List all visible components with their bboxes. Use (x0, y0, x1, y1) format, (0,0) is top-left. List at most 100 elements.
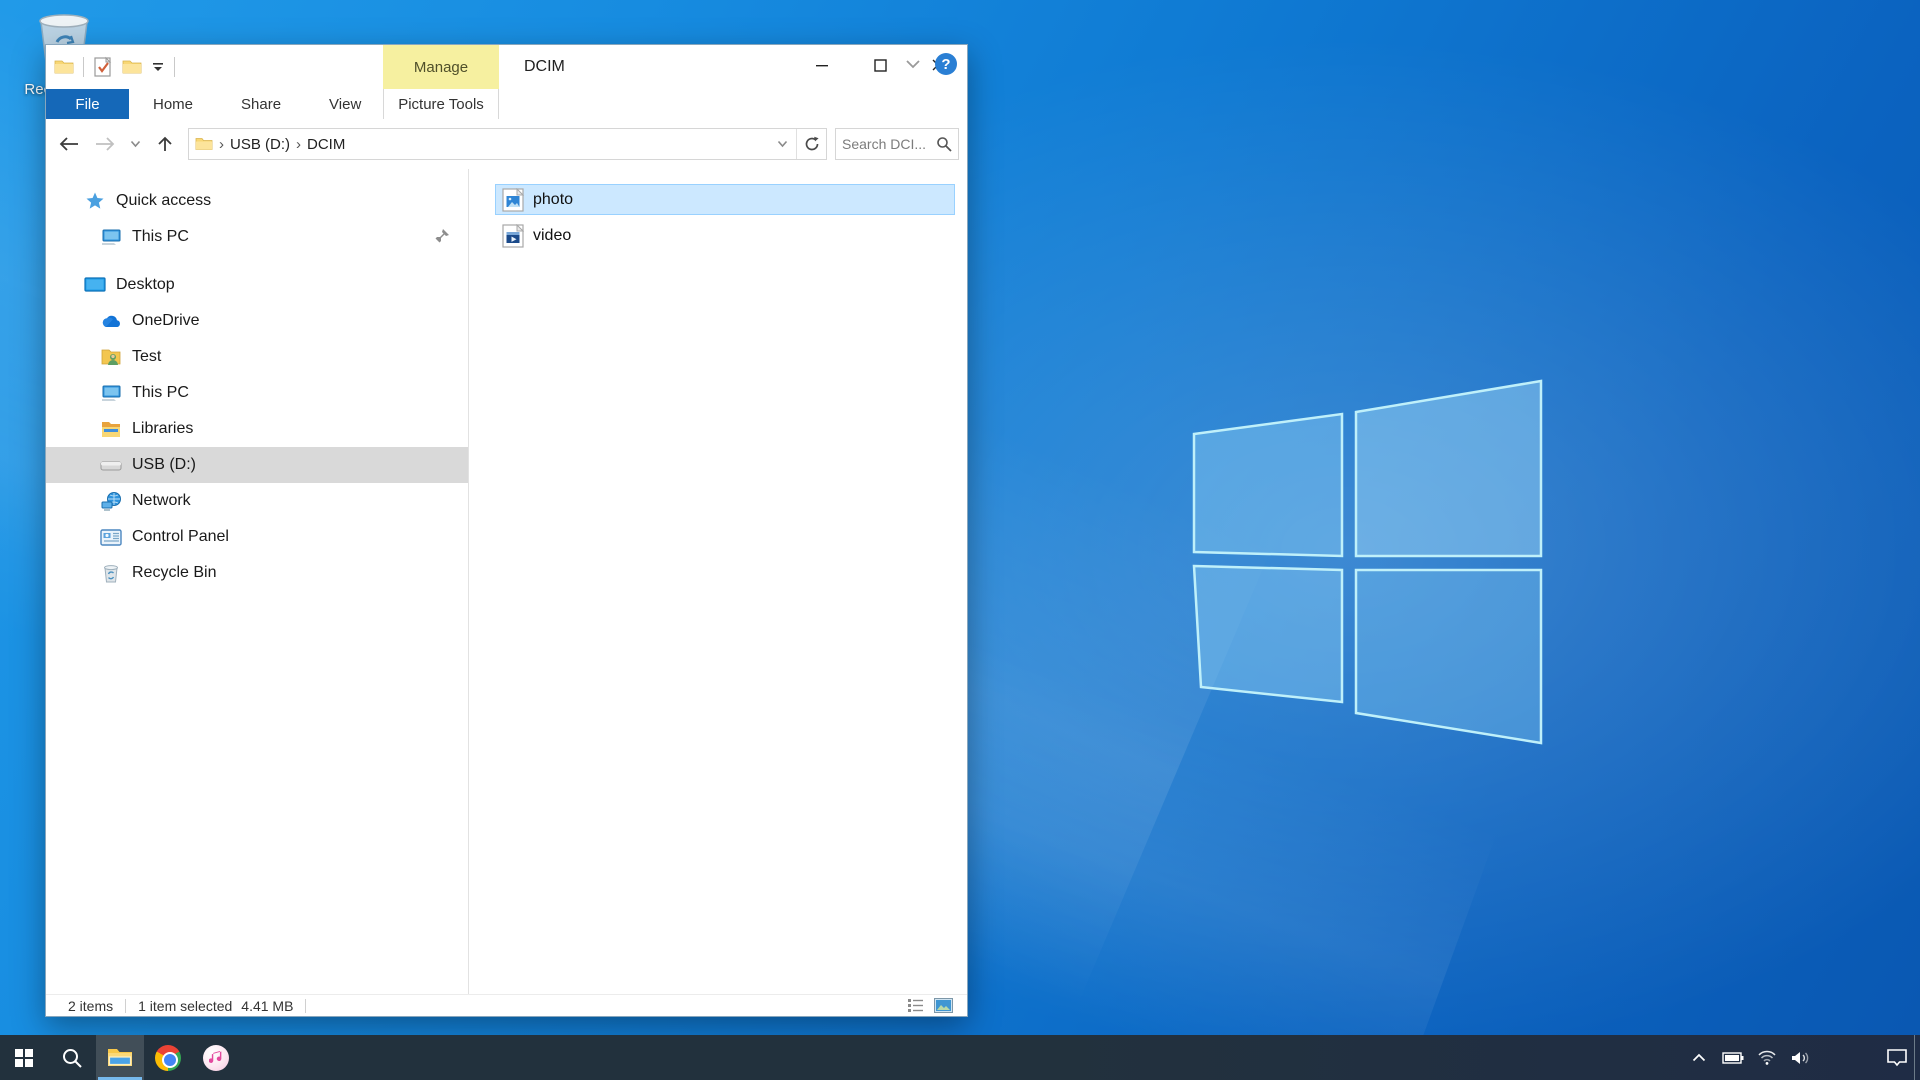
sidebar-item-network[interactable]: Network (46, 483, 468, 519)
usb-drive-icon (100, 454, 122, 476)
sidebar-item-usb-drive[interactable]: USB (D:) (46, 447, 468, 483)
chevron-up-icon (1692, 1053, 1706, 1062)
file-explorer-window: Manage DCIM File Home Share View Picture… (45, 44, 968, 1017)
tab-picture-tools[interactable]: Picture Tools (383, 89, 499, 119)
sidebar-item-label: Control Panel (132, 528, 229, 546)
image-file-icon (502, 188, 524, 212)
chrome-icon (155, 1045, 181, 1071)
collapse-ribbon-chevron-icon[interactable] (905, 59, 921, 69)
wifi-indicator[interactable] (1750, 1035, 1784, 1080)
taskbar-chrome-button[interactable] (144, 1035, 192, 1080)
ribbon-tabs: File Home Share View Picture Tools ? (46, 89, 967, 119)
sidebar-item-label: Network (132, 492, 191, 510)
maximize-button[interactable] (851, 45, 909, 85)
up-button[interactable] (152, 131, 178, 157)
contextual-tab-group-manage[interactable]: Manage (383, 45, 499, 89)
items-count: 2 items (68, 998, 113, 1014)
forward-button[interactable] (92, 131, 118, 157)
taskbar-file-explorer-button[interactable] (96, 1035, 144, 1080)
tab-file[interactable]: File (46, 89, 129, 119)
recent-locations-button[interactable] (128, 131, 142, 157)
taskbar-itunes-button[interactable] (192, 1035, 240, 1080)
volume-indicator[interactable] (1784, 1035, 1818, 1080)
breadcrumb: › USB (D:) › DCIM (189, 136, 768, 153)
system-tray (1682, 1035, 1920, 1080)
file-item-photo[interactable]: photo (495, 184, 955, 215)
taskbar-search-button[interactable] (48, 1035, 96, 1080)
quick-access-toolbar (54, 45, 175, 89)
folder-icon[interactable] (54, 59, 74, 75)
file-name: photo (533, 191, 573, 209)
breadcrumb-chevron: › (219, 136, 224, 153)
search-icon[interactable] (936, 136, 952, 152)
tab-view[interactable]: View (305, 89, 385, 119)
battery-icon (1722, 1052, 1744, 1064)
video-file-icon (502, 224, 524, 248)
sidebar-item-desktop[interactable]: Desktop (46, 267, 468, 303)
battery-indicator[interactable] (1716, 1035, 1750, 1080)
search-input[interactable] (842, 136, 936, 152)
sidebar-item-this-pc[interactable]: This PC (46, 375, 468, 411)
breadcrumb-segment-usb[interactable]: USB (D:) (230, 136, 290, 153)
sidebar-item-onedrive[interactable]: OneDrive (46, 303, 468, 339)
screen: Recycle Bin (0, 0, 1920, 1080)
sidebar-item-label: USB (D:) (132, 456, 196, 474)
status-separator (305, 999, 306, 1013)
toolbar-separator (83, 57, 84, 77)
search-box[interactable] (835, 128, 959, 160)
sidebar-item-libraries[interactable]: Libraries (46, 411, 468, 447)
sidebar-item-label: This PC (132, 384, 189, 402)
user-folder-icon (100, 346, 122, 368)
file-explorer-icon (107, 1047, 133, 1068)
file-item-video[interactable]: video (495, 220, 955, 251)
sidebar-item-quick-access[interactable]: Quick access (46, 183, 468, 219)
address-dropdown-button[interactable] (768, 129, 796, 159)
sidebar-item-control-panel[interactable]: Control Panel (46, 519, 468, 555)
folder-icon[interactable] (122, 59, 142, 75)
minimize-icon (815, 58, 829, 72)
folder-icon[interactable] (195, 137, 213, 151)
breadcrumb-segment-dcim[interactable]: DCIM (307, 136, 345, 153)
tab-home[interactable]: Home (129, 89, 217, 119)
customize-toolbar-chevron-icon[interactable] (151, 61, 165, 73)
thumbnail-view-button[interactable] (934, 998, 953, 1013)
sidebar-item-label: Quick access (116, 192, 211, 210)
sidebar-item-label: This PC (132, 228, 189, 246)
back-button[interactable] (56, 131, 82, 157)
window-title: DCIM (524, 45, 565, 89)
forward-arrow-icon (94, 136, 116, 152)
toolbar-separator (174, 57, 175, 77)
taskbar (0, 1035, 1920, 1080)
sidebar-item-test[interactable]: Test (46, 339, 468, 375)
tab-share[interactable]: Share (217, 89, 305, 119)
action-center-icon (1886, 1048, 1908, 1068)
minimize-button[interactable] (793, 45, 851, 85)
help-button[interactable]: ? (935, 53, 957, 75)
sidebar-item-label: Desktop (116, 276, 175, 294)
start-button[interactable] (0, 1035, 48, 1080)
hidden-icons-button[interactable] (1682, 1035, 1716, 1080)
breadcrumb-chevron: › (296, 136, 301, 153)
refresh-icon (804, 136, 820, 152)
properties-check-icon[interactable] (93, 56, 113, 78)
this-pc-icon (100, 382, 122, 404)
selection-size: 4.41 MB (241, 998, 293, 1014)
search-icon (61, 1047, 83, 1069)
details-view-button[interactable] (907, 998, 924, 1013)
title-bar[interactable]: Manage DCIM (46, 45, 967, 89)
sidebar-item-recycle-bin[interactable]: Recycle Bin (46, 555, 468, 591)
action-center-button[interactable] (1880, 1035, 1914, 1080)
file-name: video (533, 227, 571, 245)
refresh-button[interactable] (796, 129, 826, 159)
itunes-icon (203, 1045, 229, 1071)
speaker-icon (1791, 1050, 1811, 1066)
onedrive-cloud-icon (100, 310, 122, 332)
selection-info: 1 item selected (138, 998, 232, 1014)
address-bar[interactable]: › USB (D:) › DCIM (188, 128, 827, 160)
navigation-bar: › USB (D:) › DCIM (46, 119, 967, 169)
explorer-main: Quick access This PC (46, 169, 967, 994)
file-list-pane[interactable]: photo video (469, 169, 967, 994)
desktop-icon (84, 274, 106, 296)
show-desktop-button[interactable] (1914, 1035, 1920, 1080)
sidebar-item-this-pc-pinned[interactable]: This PC (46, 219, 468, 255)
